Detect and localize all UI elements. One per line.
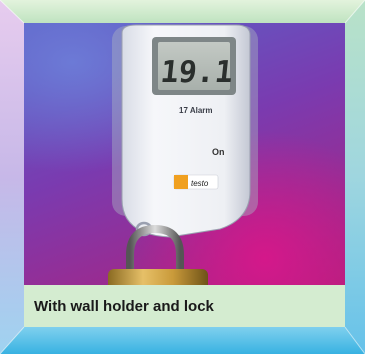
model-label: 17 Alarm (179, 106, 213, 115)
lcd-reading: 19.1 (159, 55, 235, 90)
brand-label: testo (191, 179, 209, 188)
caption-bar: With wall holder and lock (24, 285, 345, 327)
on-button-label: On (212, 147, 225, 157)
data-logger-illustration: 19.1 17 Alarm On testo (108, 24, 258, 285)
caption-text: With wall holder and lock (34, 297, 214, 315)
product-photo: 19.1 17 Alarm On testo (24, 23, 345, 285)
padlock-body (108, 269, 208, 285)
